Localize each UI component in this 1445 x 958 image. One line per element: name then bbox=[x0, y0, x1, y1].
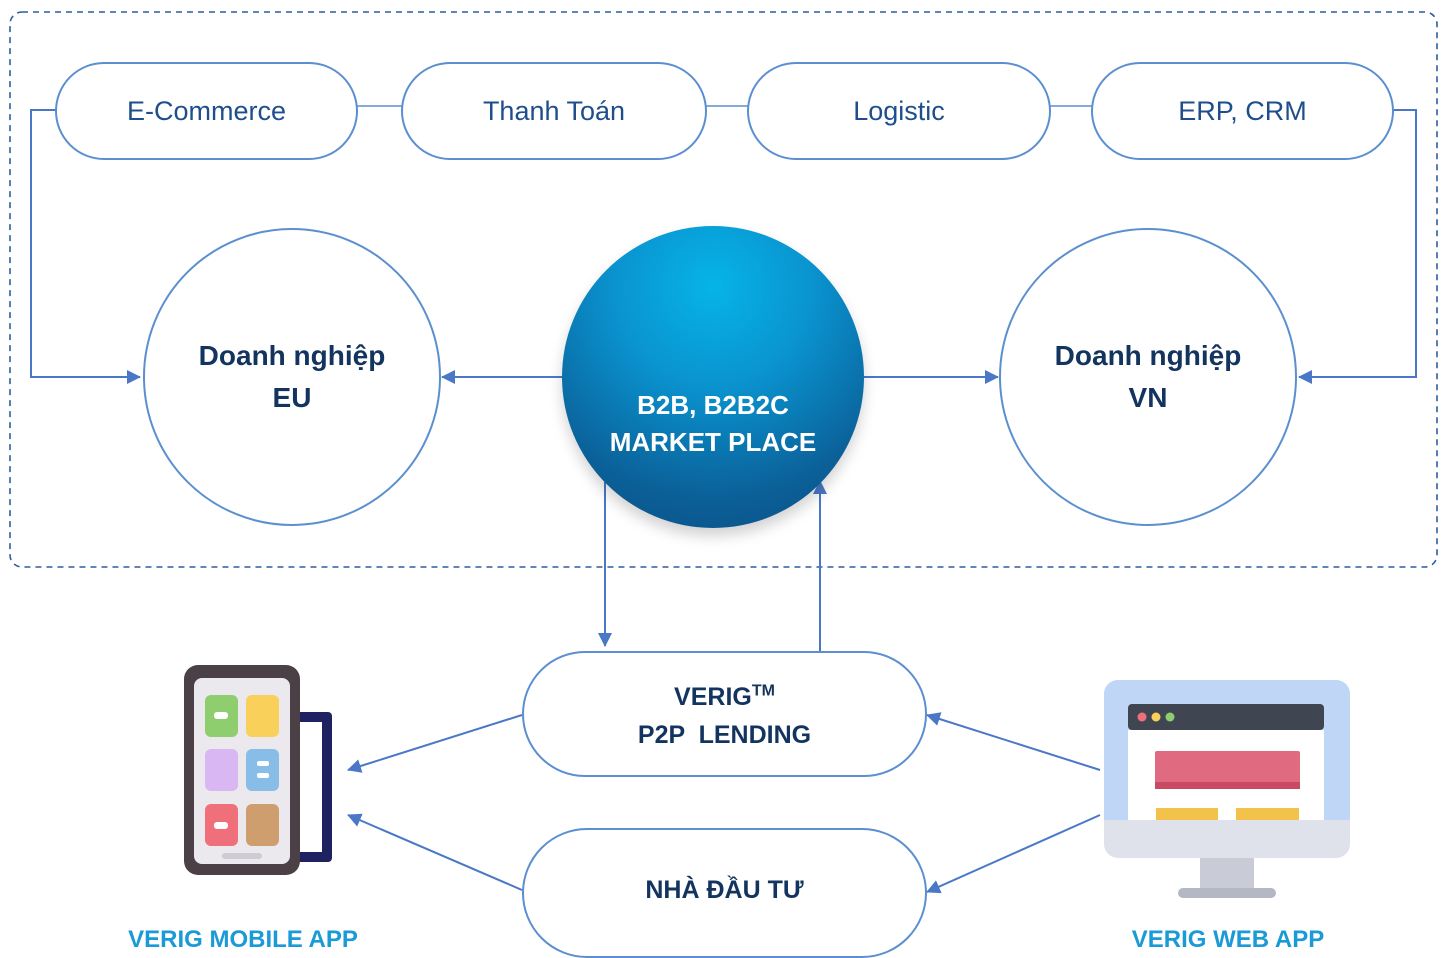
mobile-phone-icon bbox=[184, 665, 332, 875]
service-pill-erp-crm: ERP, CRM bbox=[1091, 62, 1394, 160]
arrow-web-to-lending bbox=[926, 712, 1101, 771]
enterprise-eu-line1: Doanh nghiệp bbox=[198, 340, 386, 371]
trademark-mark: TM bbox=[751, 682, 775, 700]
lending-title: VERIGTM bbox=[674, 678, 775, 716]
enterprise-eu-circle: Doanh nghiệp EU bbox=[143, 228, 441, 526]
arrow-investor-to-mobile bbox=[347, 813, 523, 891]
investor-pill: NHÀ ĐẦU TƯ bbox=[522, 828, 927, 958]
desktop-monitor-icon bbox=[1104, 680, 1350, 898]
arrow-web-to-investor bbox=[926, 814, 1101, 894]
enterprise-vn-circle: Doanh nghiệp VN bbox=[999, 228, 1297, 526]
hub-line2: MARKET PLACE bbox=[609, 427, 817, 457]
service-pill-payment: Thanh Toán bbox=[401, 62, 707, 160]
investor-label: NHÀ ĐẦU TƯ bbox=[645, 876, 804, 904]
hub-line1: B2B, B2B2C bbox=[637, 390, 789, 420]
service-label: Thanh Toán bbox=[482, 95, 626, 126]
service-label: E-Commerce bbox=[126, 95, 287, 126]
service-label: Logistic bbox=[853, 95, 945, 126]
enterprise-vn-line1: Doanh nghiệp bbox=[1054, 340, 1242, 371]
lending-brand: VERIG bbox=[674, 683, 752, 711]
enterprise-eu-line2: EU bbox=[272, 382, 312, 413]
web-app-label: VERIG WEB APP bbox=[1131, 926, 1325, 953]
service-pill-ecommerce: E-Commerce bbox=[55, 62, 358, 160]
arrow-lending-to-mobile bbox=[347, 714, 523, 773]
enterprise-vn-line2: VN bbox=[1128, 382, 1168, 413]
marketplace-hub: B2B, B2B2C MARKET PLACE bbox=[562, 226, 864, 528]
service-label: ERP, CRM bbox=[1178, 95, 1307, 126]
p2p-lending-pill: VERIGTM P2P LENDING bbox=[522, 651, 927, 777]
service-pill-logistic: Logistic bbox=[747, 62, 1051, 160]
mobile-app-label: VERIG MOBILE APP bbox=[128, 926, 358, 953]
lending-subtitle: P2P LENDING bbox=[637, 721, 812, 749]
